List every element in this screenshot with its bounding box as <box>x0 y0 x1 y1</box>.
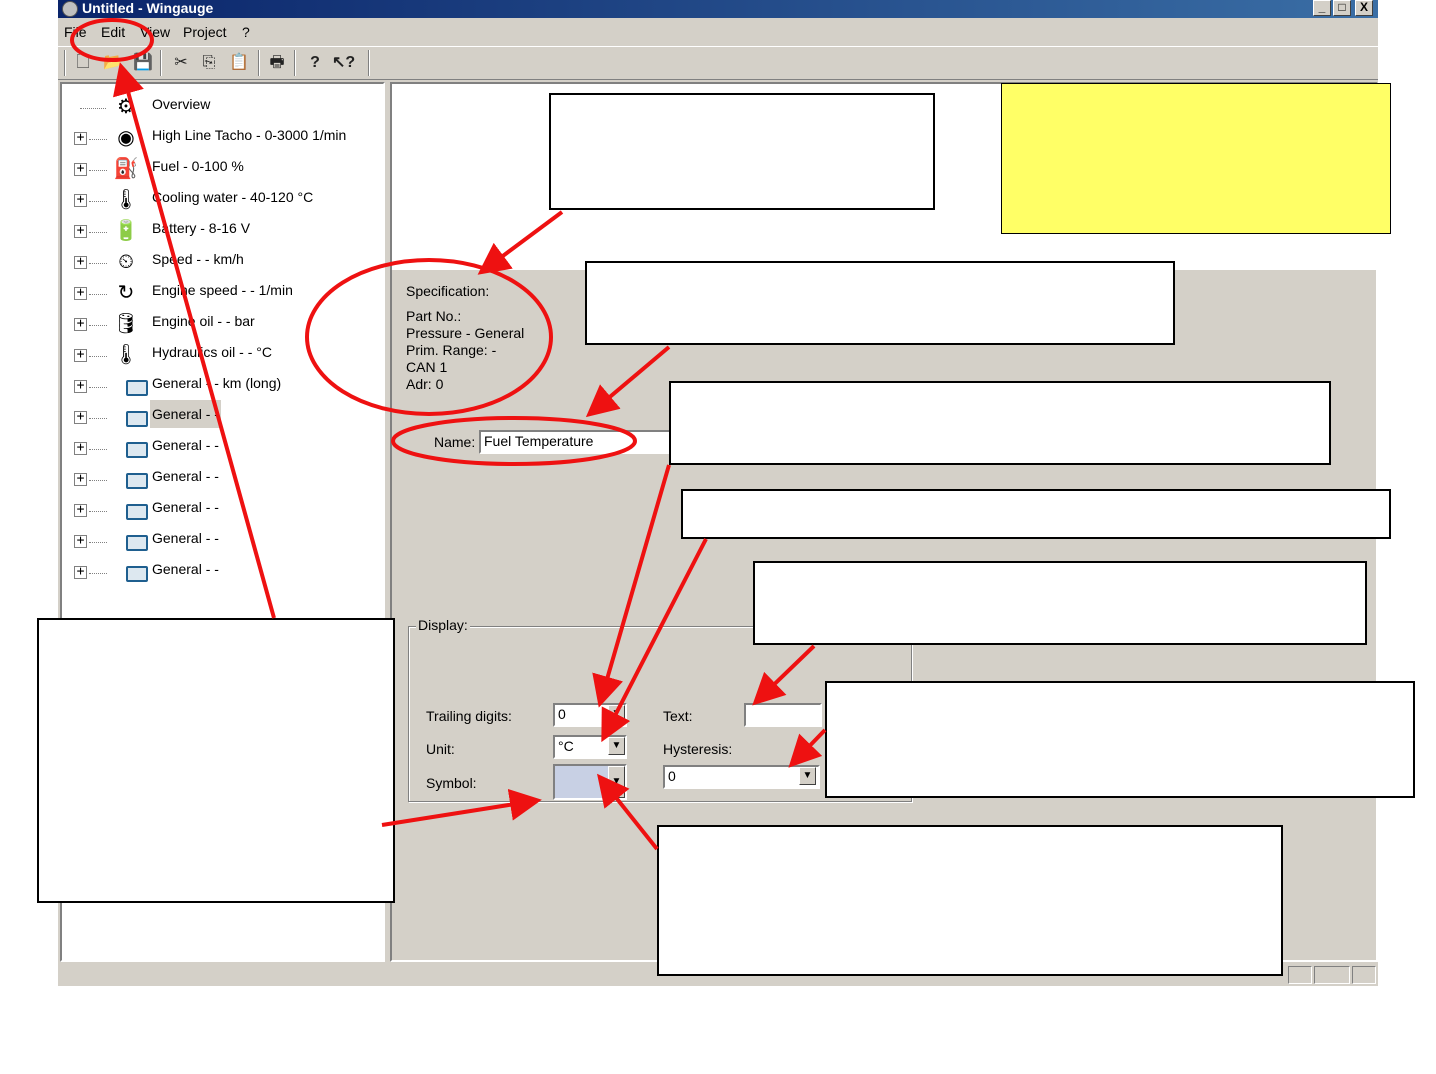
annotation-arrow <box>752 644 816 706</box>
annotation-ellipse <box>305 258 553 416</box>
annotation-ellipse <box>70 18 154 62</box>
annotation-overlay <box>70 18 827 851</box>
annotation-arrow <box>477 210 564 275</box>
annotation-arrow <box>381 788 542 827</box>
annotation-arrow <box>585 345 671 418</box>
annotation-ellipse <box>391 416 637 466</box>
annotation-arrow <box>112 62 276 619</box>
annotation-arrow <box>788 728 827 768</box>
annotation-arrow <box>597 773 659 851</box>
annotation-arrow <box>592 464 671 708</box>
